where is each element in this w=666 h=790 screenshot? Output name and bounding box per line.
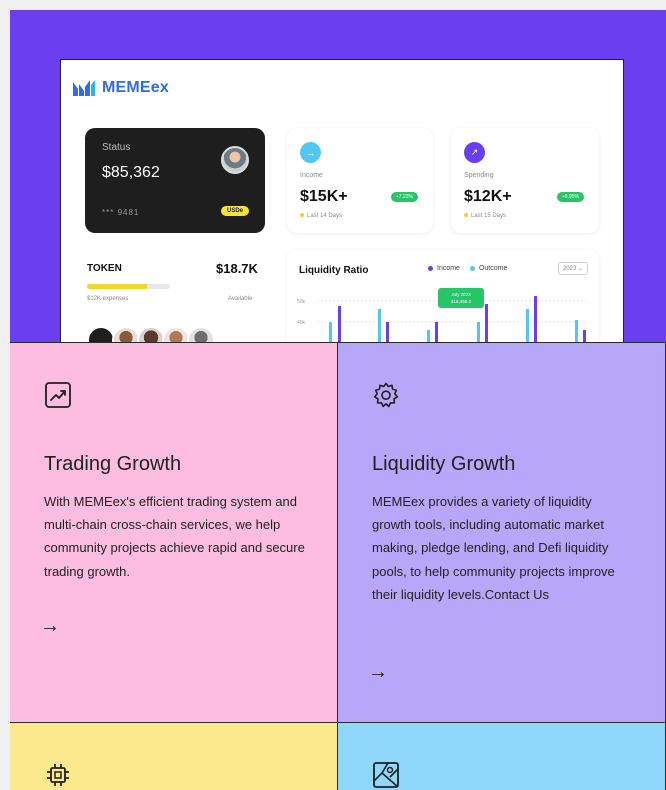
- feature-title: Trading Growth: [44, 453, 182, 475]
- spending-card[interactable]: ↗ Spending $12K+ +8.95% Last 15 Days: [451, 128, 599, 233]
- liquidity-chart: 50k 40k July 2023 $16,458.3: [297, 288, 587, 342]
- feature-card-liquidity: Liquidity Growth MEMEex provides a varie…: [338, 342, 666, 722]
- arrow-right-icon: →: [300, 142, 321, 163]
- token-value: $18.7K: [216, 261, 258, 276]
- chart-bar: [477, 322, 480, 342]
- feature-description: MEMEex provides a variety of liquidity g…: [372, 494, 615, 602]
- memeex-logo-icon: [73, 80, 95, 96]
- arrow-up-right-icon: ↗: [464, 142, 485, 163]
- income-value: $15K+: [300, 188, 348, 205]
- tooltip-date: July 2023: [451, 292, 471, 297]
- logo-text: MEMEex: [102, 79, 169, 96]
- avatar[interactable]: [162, 326, 190, 342]
- feature-card-map: [338, 722, 666, 790]
- logo[interactable]: MEMEex: [72, 79, 169, 97]
- token-title: TOKEN: [87, 263, 122, 274]
- avatar: [221, 146, 249, 174]
- income-label: Income: [300, 172, 323, 179]
- avatar[interactable]: [87, 326, 115, 342]
- arrow-right-icon[interactable]: →: [368, 661, 388, 684]
- currency-pill: USDe: [220, 206, 249, 216]
- chart-bar: [427, 330, 430, 342]
- status-value: $85,362: [102, 164, 160, 181]
- gear-icon: [373, 382, 399, 408]
- y-tick-label: 50k: [297, 299, 306, 305]
- feature-card-chip: [10, 722, 338, 790]
- status-label: Status: [102, 142, 131, 153]
- hero-section: MEMEex Status $85,362 *** 9481 USDe → In…: [10, 10, 666, 342]
- feature-title: Liquidity Growth: [372, 453, 516, 475]
- token-available: Available: [228, 296, 253, 302]
- chart-bar: [485, 304, 488, 342]
- chart-bar: [583, 330, 586, 342]
- arrow-right-icon[interactable]: →: [40, 615, 60, 638]
- chart-up-icon: [45, 382, 71, 408]
- spending-sub: Last 15 Days: [464, 213, 506, 219]
- income-sub: Last 14 Days: [300, 213, 342, 219]
- avatar[interactable]: [137, 326, 165, 342]
- avatar[interactable]: [187, 326, 215, 342]
- card-number: *** 9481: [102, 208, 140, 217]
- chart-bar: [435, 322, 438, 342]
- status-card[interactable]: Status $85,362 *** 9481 USDe: [85, 128, 265, 233]
- map-icon: [373, 762, 399, 788]
- avatar[interactable]: [112, 326, 140, 342]
- feature-card-trading: Trading Growth With MEMEex's efficient t…: [10, 342, 338, 722]
- chip-icon: [47, 764, 69, 786]
- feature-description: With MEMEex's efficient trading system a…: [44, 494, 305, 579]
- token-progress-bar: [87, 284, 170, 289]
- chart-bar: [329, 322, 332, 342]
- chart-bar: [386, 322, 389, 342]
- chart-bar: [526, 309, 529, 342]
- chart-bar: [534, 296, 537, 342]
- liquidity-chart-card: Liquidity Ratio Income Outcome 2023 ⌄ 50…: [287, 250, 599, 342]
- tooltip-value: $16,458.3: [451, 299, 472, 304]
- y-tick-label: 40k: [297, 320, 306, 326]
- income-card[interactable]: → Income $15K+ +7.23% Last 14 Days: [287, 128, 433, 233]
- spending-badge: +8.95%: [556, 192, 584, 202]
- token-expenses: $12K expenses: [87, 296, 129, 302]
- avatar-group: [87, 326, 215, 342]
- chart-bar: [378, 309, 381, 342]
- token-progress-fill: [87, 284, 147, 289]
- income-badge: +7.23%: [390, 192, 418, 202]
- page-frame: MEMEex Status $85,362 *** 9481 USDe → In…: [10, 10, 666, 790]
- dashboard-preview: MEMEex Status $85,362 *** 9481 USDe → In…: [60, 59, 624, 342]
- chart-bar: [338, 306, 341, 342]
- spending-value: $12K+: [464, 188, 512, 205]
- chart-tooltip: [438, 288, 484, 308]
- spending-label: Spending: [464, 172, 494, 179]
- chart-bar: [575, 320, 578, 342]
